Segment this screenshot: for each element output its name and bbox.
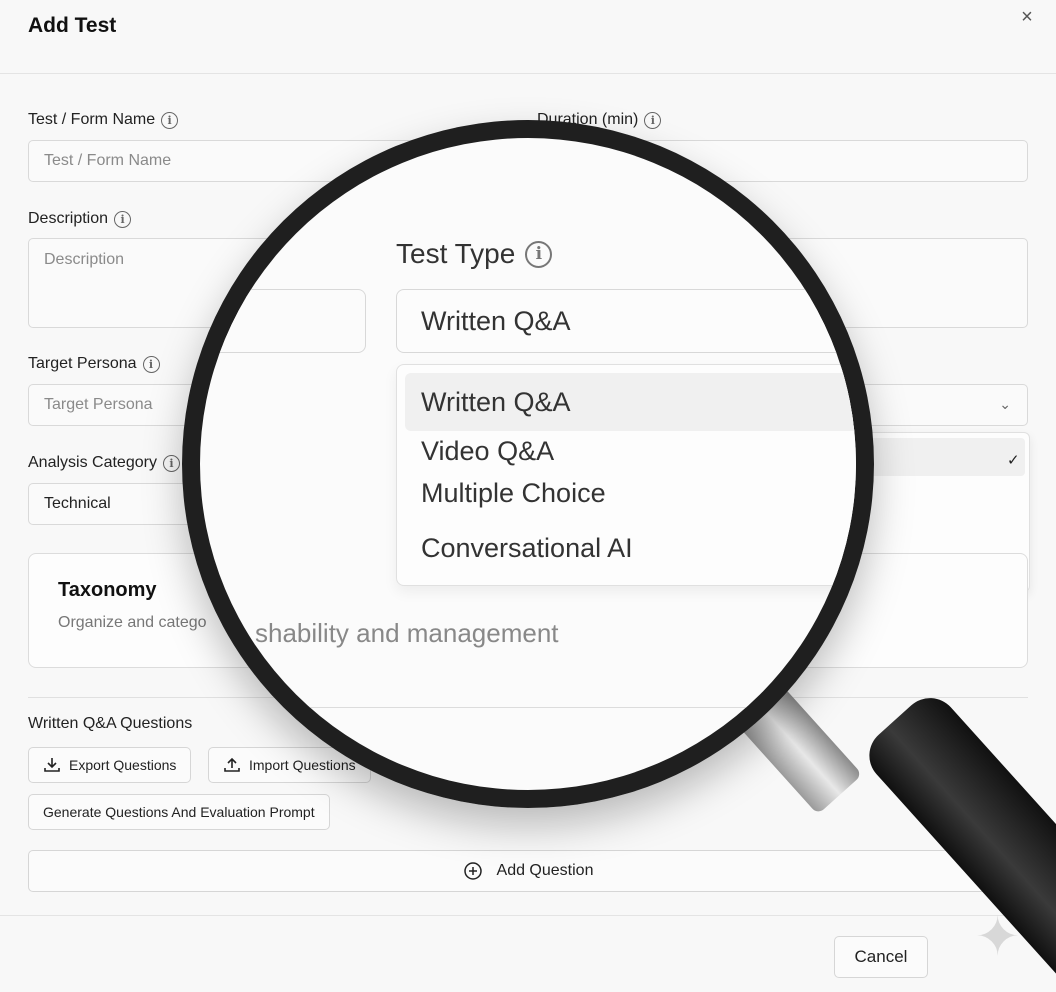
export-questions-button[interactable]: Export Questions: [28, 747, 192, 783]
option-written-qa[interactable]: Written Q&A: [421, 387, 571, 418]
taxonomy-description: Organize and catego: [58, 614, 207, 631]
test-type-label: Test Type i: [396, 238, 553, 270]
option-video-qa[interactable]: Video Q&A: [421, 436, 554, 467]
magnifier-content: Test Type i Written Q&A Written Q&A Vide…: [200, 138, 856, 790]
chevron-down-icon: ⌄: [999, 396, 1011, 412]
description-label-text: Description: [28, 210, 109, 227]
add-question-button[interactable]: Add Question: [28, 850, 1028, 892]
info-icon[interactable]: i: [644, 111, 662, 129]
dialog-title: Add Test: [28, 14, 117, 37]
download-icon: [44, 758, 60, 772]
generate-questions-label: Generate Questions And Evaluation Prompt: [43, 804, 315, 820]
export-questions-label: Export Questions: [69, 757, 177, 773]
option-multiple-choice[interactable]: Multiple Choice: [421, 478, 606, 509]
plus-circle-icon: [463, 862, 482, 880]
test-type-label-text: Test Type: [396, 238, 516, 269]
zoomed-description-edge: [220, 289, 366, 353]
generate-questions-button[interactable]: Generate Questions And Evaluation Prompt: [28, 794, 330, 830]
category-label: Analysis Category i: [28, 454, 180, 472]
description-label: Description i: [28, 210, 132, 228]
check-icon: ✓: [1007, 452, 1020, 469]
persona-label-text: Target Persona: [28, 355, 137, 372]
info-icon[interactable]: i: [161, 111, 179, 129]
info-icon[interactable]: i: [114, 210, 132, 228]
category-value: Technical: [44, 495, 111, 512]
dialog-header: Add Test ×: [0, 0, 1056, 74]
option-conversational-ai[interactable]: Conversational AI: [421, 533, 633, 564]
info-icon[interactable]: i: [162, 454, 180, 472]
category-label-text: Analysis Category: [28, 454, 157, 471]
persona-label: Target Persona i: [28, 355, 160, 373]
taxonomy-title: Taxonomy: [58, 579, 157, 601]
close-icon[interactable]: ×: [1014, 4, 1040, 30]
test-type-current-value[interactable]: Written Q&A: [396, 289, 856, 353]
form-name-label-text: Test / Form Name: [28, 111, 156, 128]
zoomed-card-edge: [210, 648, 850, 708]
sparkle-icon: ✦: [975, 907, 1021, 967]
zoomed-taxonomy-description: shability and management: [255, 618, 559, 648]
cancel-button[interactable]: Cancel: [834, 936, 928, 978]
info-icon[interactable]: i: [525, 240, 553, 268]
test-type-options-list: Written Q&A Video Q&A Multiple Choice Co…: [396, 364, 856, 586]
magnifier-lens: Test Type i Written Q&A Written Q&A Vide…: [182, 120, 874, 808]
info-icon[interactable]: i: [142, 355, 160, 373]
form-name-label: Test / Form Name i: [28, 111, 179, 129]
add-question-label: Add Question: [496, 862, 594, 879]
questions-section-title: Written Q&A Questions: [28, 715, 193, 732]
